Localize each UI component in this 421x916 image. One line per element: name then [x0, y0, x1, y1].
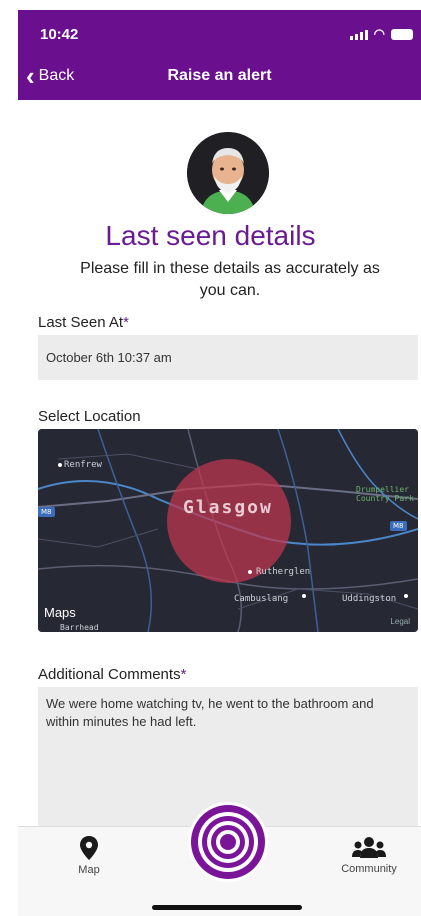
map-city-label: Glasgow	[183, 497, 273, 518]
cellular-signal-icon	[349, 29, 368, 40]
raise-alert-fab[interactable]	[188, 802, 268, 882]
comments-value: We were home watching tv, he went to the…	[46, 696, 374, 729]
road-badge-m8-east: M8	[390, 521, 407, 531]
map-place-uddingston: Uddingston	[342, 594, 397, 604]
tab-community-label: Community	[341, 863, 397, 875]
last-seen-datetime-field[interactable]: October 6th 10:37 am	[38, 335, 418, 380]
required-marker: *	[180, 666, 187, 683]
road-badge-m8: M8	[38, 507, 55, 517]
apple-maps-logo: Maps	[44, 605, 76, 620]
comments-label-text: Additional Comments	[38, 666, 181, 683]
missing-person-avatar	[187, 132, 269, 214]
map-place-cambuslang: Cambuslang	[234, 594, 289, 604]
last-seen-value: October 6th 10:37 am	[46, 350, 172, 365]
comments-label: Additional Comments*	[38, 666, 186, 683]
home-indicator[interactable]	[152, 905, 302, 910]
last-seen-label: Last Seen At*	[38, 314, 129, 331]
section-subtitle: Please fill in these details as accurate…	[80, 260, 380, 299]
app-header: 10:42 ◠ ‹ Back Raise an alert	[18, 10, 421, 100]
battery-icon	[391, 28, 413, 40]
navigation-bar: ‹ Back Raise an alert	[18, 63, 421, 92]
page-title: Raise an alert	[167, 67, 272, 84]
alert-target-icon	[191, 805, 265, 879]
status-icons: ◠	[349, 26, 413, 41]
tab-map[interactable]: Map	[72, 835, 106, 876]
map-place-rutherglen: Rutherglen	[256, 567, 311, 577]
community-icon	[352, 837, 386, 858]
status-bar: 10:42 ◠	[18, 24, 421, 48]
select-location-label: Select Location	[38, 408, 141, 425]
required-marker: *	[123, 314, 129, 331]
location-map[interactable]: Renfrew Glasgow Rutherglen Cambuslang Ud…	[38, 429, 418, 632]
map-place-drumpellier: Drumpellier Country Park	[356, 485, 414, 503]
tab-map-label: Map	[78, 864, 100, 876]
raise-alert-screen: 10:42 ◠ ‹ Back Raise an alert Last seen …	[0, 0, 421, 916]
location-pin-icon	[80, 836, 98, 860]
wifi-icon: ◠	[373, 26, 385, 41]
map-place-renfrew: Renfrew	[64, 460, 102, 470]
tab-community[interactable]: Community	[332, 836, 406, 875]
map-place-barrhead: Barrhead	[60, 623, 99, 632]
maps-brand-text: Maps	[44, 605, 76, 620]
section-title: Last seen details	[105, 220, 316, 251]
map-legal-link[interactable]: Legal	[390, 617, 410, 626]
search-radius-circle	[167, 459, 291, 583]
status-time: 10:42	[40, 26, 79, 43]
last-seen-label-text: Last Seen At	[38, 314, 124, 331]
